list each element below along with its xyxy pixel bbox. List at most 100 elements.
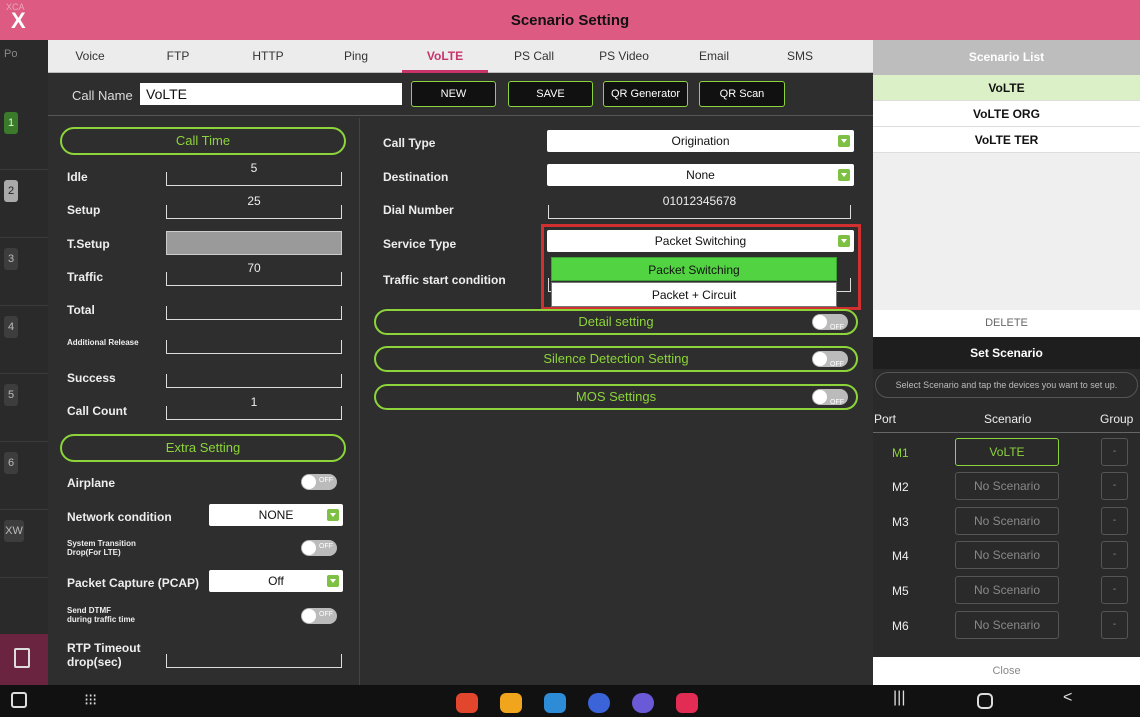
silence-detection-toggle[interactable]: OFF xyxy=(812,351,848,368)
bg-row-num: 6 xyxy=(4,452,18,474)
port-label: M5 xyxy=(892,584,909,598)
background-app-subtext: Po xyxy=(4,48,18,60)
dropdown-option-packet-circuit[interactable]: Packet + Circuit xyxy=(551,282,837,307)
traffic-field[interactable]: 70 xyxy=(166,262,342,286)
tab-ping[interactable]: Ping xyxy=(328,40,384,73)
folder-app-icon[interactable] xyxy=(500,693,522,713)
home-icon[interactable] xyxy=(977,693,993,709)
send-dtmf-toggle[interactable]: OFF xyxy=(301,608,337,624)
network-condition-label: Network condition xyxy=(67,510,172,524)
silence-detection-section[interactable]: Silence Detection Setting OFF xyxy=(374,346,858,372)
airplane-toggle[interactable]: OFF xyxy=(301,474,337,490)
bg-row-num: 4 xyxy=(4,316,18,338)
group-header: Group xyxy=(1100,412,1134,426)
bg-row-num: XW xyxy=(4,520,24,542)
group-slot[interactable]: - xyxy=(1101,438,1128,466)
airplane-label: Airplane xyxy=(67,476,116,490)
scenario-slot[interactable]: No Scenario xyxy=(955,541,1059,569)
idle-field[interactable]: 5 xyxy=(166,162,342,186)
new-button[interactable]: NEW xyxy=(411,81,496,107)
destination-label: Destination xyxy=(383,170,449,184)
tab-ps-call[interactable]: PS Call xyxy=(506,40,562,73)
detail-setting-section[interactable]: Detail setting OFF xyxy=(374,309,858,335)
background-app-rows: 1 2 3 4 5 6 XW xyxy=(0,102,48,685)
scenario-slot[interactable]: No Scenario xyxy=(955,472,1059,500)
call-count-field[interactable]: 1 xyxy=(166,396,342,420)
additional-release-field[interactable] xyxy=(166,340,342,354)
screenshot-icon[interactable] xyxy=(11,692,27,708)
t-setup-label: T.Setup xyxy=(67,237,110,251)
scenario-list-item[interactable]: VoLTE TER xyxy=(873,127,1140,153)
destination-select[interactable]: None xyxy=(547,164,854,186)
bg-row-num: 2 xyxy=(4,180,18,202)
chevron-down-icon xyxy=(327,509,339,521)
tab-volte[interactable]: VoLTE xyxy=(402,40,488,73)
scenario-slot[interactable]: No Scenario xyxy=(955,576,1059,604)
messages-app-icon[interactable] xyxy=(588,693,610,713)
scenario-list-item[interactable]: VoLTE xyxy=(873,75,1140,101)
service-type-select[interactable]: Packet Switching xyxy=(547,230,854,252)
call-count-label: Call Count xyxy=(67,404,127,418)
tab-voice[interactable]: Voice xyxy=(62,40,118,73)
dial-number-field[interactable]: 01012345678 xyxy=(548,195,851,219)
dial-number-label: Dial Number xyxy=(383,203,454,217)
tab-sms[interactable]: SMS xyxy=(772,40,828,73)
mos-settings-section[interactable]: MOS Settings OFF xyxy=(374,384,858,410)
packet-capture-select[interactable]: Off xyxy=(209,570,343,592)
chevron-down-icon xyxy=(327,575,339,587)
total-field[interactable] xyxy=(166,306,342,320)
divider xyxy=(48,115,873,116)
column-divider xyxy=(359,118,360,685)
rtp-timeout-label: RTP Timeout drop(sec) xyxy=(67,641,141,669)
setup-field[interactable]: 25 xyxy=(166,195,342,219)
back-icon[interactable]: < xyxy=(1063,689,1072,707)
close-panel-button[interactable]: Close xyxy=(873,657,1140,685)
dropdown-option-packet-switching[interactable]: Packet Switching xyxy=(551,257,837,281)
qr-generator-button[interactable]: QR Generator xyxy=(603,81,688,107)
packet-capture-label: Packet Capture (PCAP) xyxy=(67,576,200,590)
set-scenario-title: Set Scenario xyxy=(873,337,1140,369)
mos-settings-toggle[interactable]: OFF xyxy=(812,389,848,406)
background-app-settings-icon xyxy=(0,634,48,685)
port-header: Port xyxy=(874,412,897,426)
call-type-select[interactable]: Origination xyxy=(547,130,854,152)
browser-app-icon[interactable] xyxy=(632,693,654,713)
delete-button[interactable]: DELETE xyxy=(873,310,1140,337)
detail-setting-toggle[interactable]: OFF xyxy=(812,314,848,331)
system-transition-toggle[interactable]: OFF xyxy=(301,540,337,556)
call-type-label: Call Type xyxy=(383,136,436,150)
save-button[interactable]: SAVE xyxy=(508,81,593,107)
bg-row-num: 1 xyxy=(4,112,18,134)
qr-scan-button[interactable]: QR Scan xyxy=(699,81,785,107)
tab-http[interactable]: HTTP xyxy=(240,40,296,73)
tab-bar: Voice FTP HTTP Ping VoLTE PS Call PS Vid… xyxy=(48,40,873,73)
app-drawer-icon[interactable]: ⁝⁝⁝ xyxy=(84,690,97,710)
close-button[interactable]: X xyxy=(11,8,26,34)
tab-ps-video[interactable]: PS Video xyxy=(592,40,656,73)
port-label: M4 xyxy=(892,549,909,563)
success-field[interactable] xyxy=(166,374,342,388)
scenario-slot[interactable]: VoLTE xyxy=(955,438,1059,466)
group-slot[interactable]: - xyxy=(1101,507,1128,535)
network-condition-select[interactable]: NONE xyxy=(209,504,343,526)
tab-email[interactable]: Email xyxy=(686,40,742,73)
call-name-input[interactable]: VoLTE xyxy=(140,83,402,105)
notes-app-icon[interactable] xyxy=(456,693,478,713)
camera-app-icon[interactable] xyxy=(676,693,698,713)
call-name-label: Call Name xyxy=(72,88,133,103)
scenario-slot[interactable]: No Scenario xyxy=(955,507,1059,535)
rtp-timeout-field[interactable] xyxy=(166,654,342,668)
calendar-app-icon[interactable] xyxy=(544,693,566,713)
title-bar: Scenario Setting xyxy=(0,0,1140,40)
total-label: Total xyxy=(67,303,95,317)
group-slot[interactable]: - xyxy=(1101,611,1128,639)
group-slot[interactable]: - xyxy=(1101,541,1128,569)
bg-row-num: 3 xyxy=(4,248,18,270)
group-slot[interactable]: - xyxy=(1101,472,1128,500)
recent-apps-icon[interactable]: ||| xyxy=(893,689,905,707)
port-label: M2 xyxy=(892,480,909,494)
scenario-list-item[interactable]: VoLTE ORG xyxy=(873,101,1140,127)
scenario-slot[interactable]: No Scenario xyxy=(955,611,1059,639)
tab-ftp[interactable]: FTP xyxy=(150,40,206,73)
group-slot[interactable]: - xyxy=(1101,576,1128,604)
